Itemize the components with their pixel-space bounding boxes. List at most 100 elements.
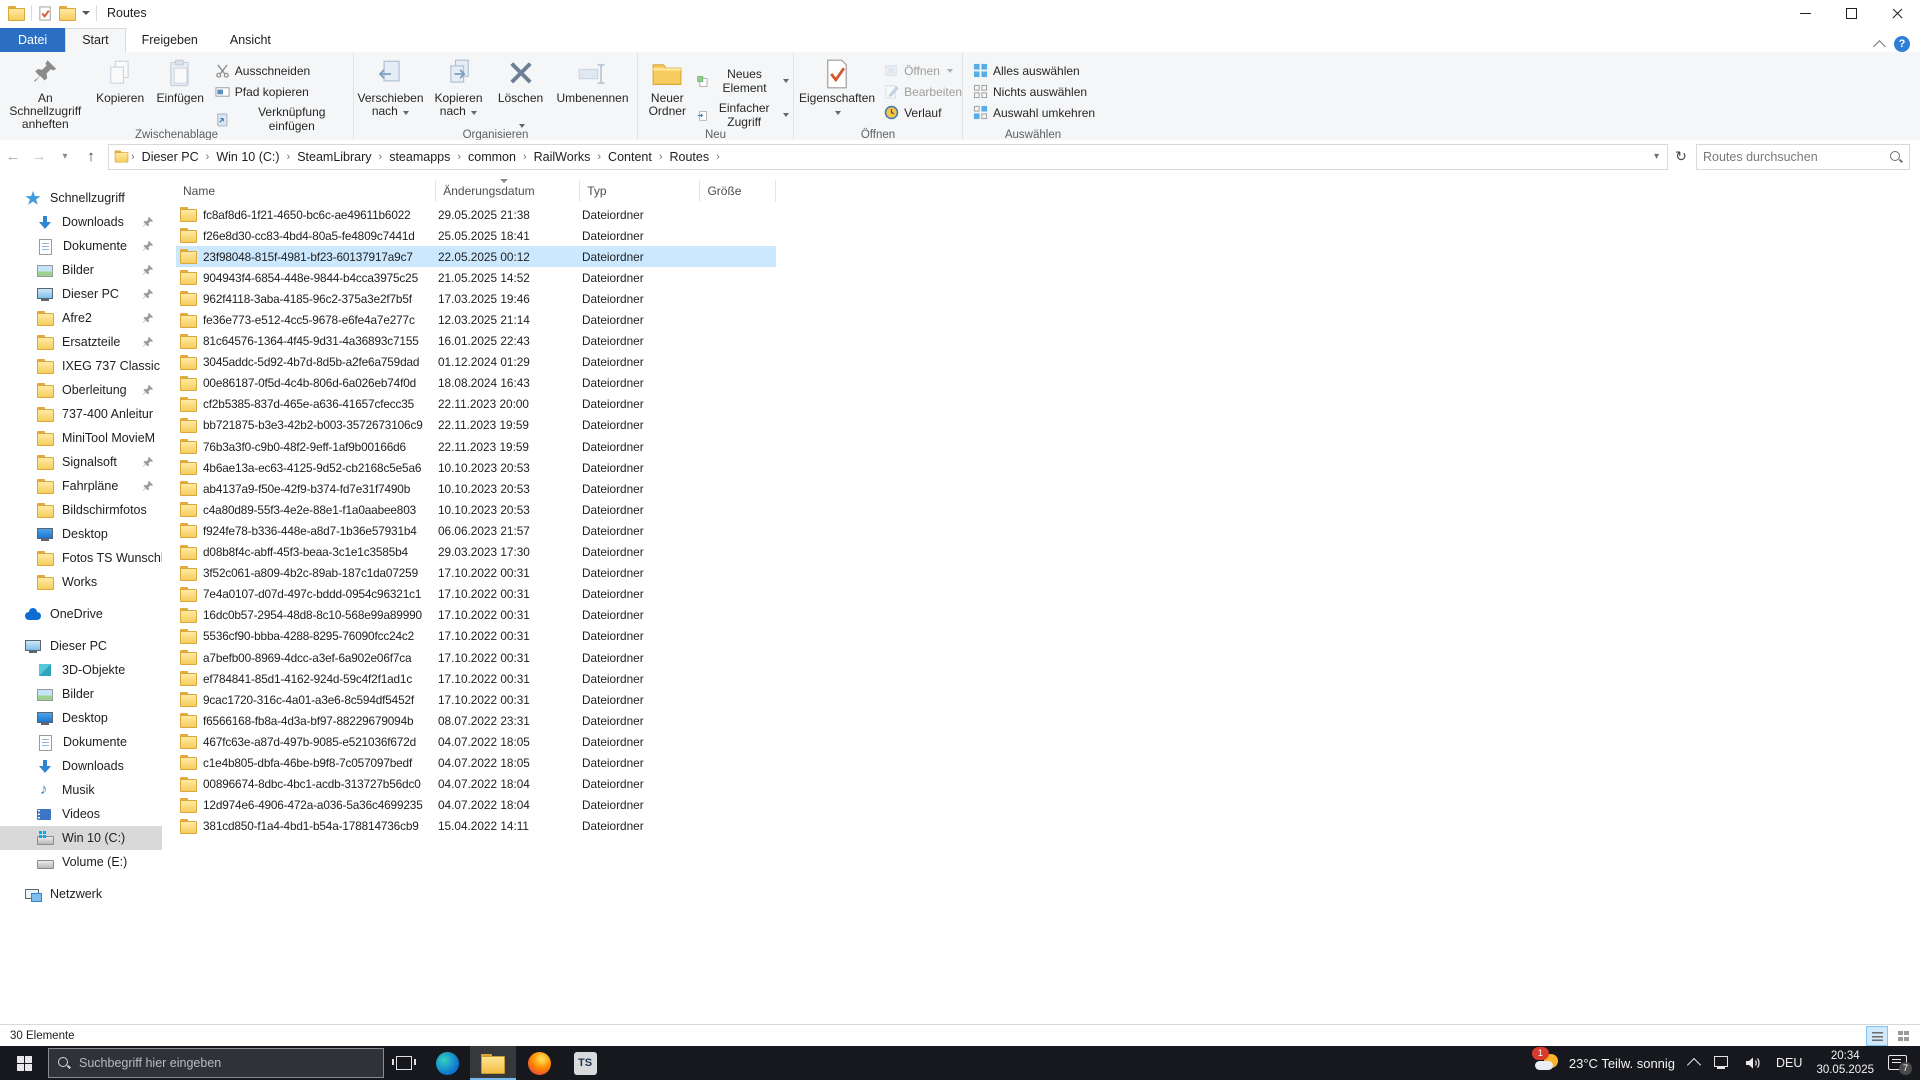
keyboard-language[interactable]: DEU [1776,1056,1802,1070]
new-folder-button[interactable]: Neuer Ordner [642,55,693,122]
copy-button[interactable]: Kopieren [91,55,150,109]
sidebar-item[interactable]: Ersatzteile [0,330,162,354]
breadcrumb[interactable]: › Dieser PC › Win 10 (C:) › SteamLibrary › ste… [108,143,1668,170]
file-row[interactable]: 76b3a3f0-c9b0-48f2-9eff-1af9b00166d6 22.… [176,436,776,457]
sidebar-item[interactable]: MiniTool MovieM [0,426,162,450]
back-button[interactable]: ← [0,148,26,165]
sidebar-item[interactable]: Dieser PC [0,282,162,306]
details-view-button[interactable] [1866,1026,1888,1046]
tab-freigeben[interactable]: Freigeben [126,29,214,52]
history-button[interactable]: Verlauf [880,103,966,122]
sidebar-item[interactable]: Afre2 [0,306,162,330]
tray-expand-icon[interactable] [1686,1057,1702,1072]
breadcrumb-item[interactable]: Content [602,150,658,164]
sidebar-item[interactable]: Dokumente [0,234,162,258]
file-row[interactable]: fc8af8d6-1f21-4650-bc6c-ae49611b6022 29.… [176,204,776,225]
minimize-button[interactable] [1782,0,1828,26]
file-row[interactable]: 12d974e6-4906-472a-a036-5a36c4699235 04.… [176,795,776,816]
search-input[interactable]: Routes durchsuchen [1696,143,1910,170]
file-row[interactable]: 7e4a0107-d07d-497c-bddd-0954c96321c1 17.… [176,584,776,605]
file-row[interactable]: c1e4b805-dbfa-46be-b9f8-7c057097bedf 04.… [176,752,776,773]
sidebar-item[interactable]: Musik [0,778,162,802]
sidebar-item[interactable]: Fotos TS Wunschlist [0,546,162,570]
invert-selection-button[interactable]: Auswahl umkehren [969,103,1099,122]
file-row[interactable]: 381cd850-f1a4-4bd1-b54a-178814736cb9 15.… [176,816,776,837]
file-row[interactable]: fe36e773-e512-4cc5-9678-e6fe4a7e277c 12.… [176,309,776,330]
delete-button[interactable]: Löschen [492,55,550,135]
file-row[interactable]: ab4137a9-f50e-42f9-b374-fd7e31f7490b 10.… [176,478,776,499]
column-header-name[interactable]: Name [176,180,437,202]
up-button[interactable]: ↑ [78,148,104,165]
pin-to-quick-access-button[interactable]: An Schnellzugriff anheften [0,55,91,135]
sidebar-item[interactable]: Signalsoft [0,450,162,474]
rename-button[interactable]: Umbenennen [550,55,636,109]
breadcrumb-item[interactable]: Win 10 (C:) [210,150,285,164]
recent-locations-icon[interactable]: ▾ [52,151,78,162]
file-row[interactable]: ef784841-85d1-4162-924d-59c4f2f1ad1c 17.… [176,668,776,689]
thumbnails-view-button[interactable] [1892,1026,1914,1046]
move-to-button[interactable]: Verschieben nach [356,55,426,122]
tab-ansicht[interactable]: Ansicht [214,29,287,52]
properties-button[interactable]: Eigenschaften [794,55,880,122]
sidebar-item-onedrive[interactable]: OneDrive [0,602,162,626]
sidebar-item[interactable]: Oberleitung [0,378,162,402]
file-row[interactable]: 81c64576-1364-4f45-9d31-4a36893c7155 16.… [176,331,776,352]
maximize-button[interactable] [1828,0,1874,26]
help-icon[interactable]: ? [1894,36,1910,52]
tab-start[interactable]: Start [65,28,126,52]
file-row[interactable]: 00e86187-0f5d-4c4b-806d-6a026eb74f0d 18.… [176,373,776,394]
network-tray-icon[interactable] [1713,1056,1730,1070]
sidebar-item[interactable]: Works [0,570,162,594]
close-button[interactable] [1874,0,1920,26]
sidebar-item[interactable]: Videos [0,802,162,826]
file-row[interactable]: f6566168-fb8a-4d3a-bf97-88229679094b 08.… [176,710,776,731]
new-item-button[interactable]: Neues Element [693,65,793,97]
breadcrumb-item[interactable]: RailWorks [528,150,597,164]
sidebar-item[interactable]: Desktop [0,706,162,730]
file-row[interactable]: f924fe78-b336-448e-a8d7-1b36e57931b4 06.… [176,520,776,541]
file-row[interactable]: 4b6ae13a-ec63-4125-9d52-cb2168c5e5a6 10.… [176,457,776,478]
sidebar-item[interactable]: Desktop [0,522,162,546]
copy-to-button[interactable]: Kopieren nach [426,55,492,122]
file-row[interactable]: d08b8f4c-abff-45f3-beaa-3c1e1c3585b4 29.… [176,542,776,563]
properties-quick-icon[interactable] [38,5,53,21]
taskbar-app-train-simulator[interactable]: TS [562,1046,608,1080]
sidebar-item[interactable]: Dokumente [0,730,162,754]
file-row[interactable]: cf2b5385-837d-465e-a636-41657cfecc35 22.… [176,394,776,415]
edit-button[interactable]: Bearbeiten [880,82,966,101]
sidebar-item[interactable]: IXEG 737 Classic [0,354,162,378]
file-row[interactable]: 00896674-8dbc-4bc1-acdb-313727b56dc0 04.… [176,774,776,795]
easy-access-button[interactable]: Einfacher Zugriff [693,99,793,131]
sidebar-item[interactable]: 737-400 Anleitur [0,402,162,426]
qat-dropdown-icon[interactable] [82,11,90,15]
search-icon[interactable] [1889,150,1903,164]
taskbar-search-input[interactable]: Suchbegriff hier eingeben [48,1048,384,1078]
task-view-button[interactable] [384,1046,424,1080]
file-row[interactable]: 962f4118-3aba-4185-96c2-375a3e2f7b5f 17.… [176,288,776,309]
file-row[interactable]: 904943f4-6854-448e-9844-b4cca3975c25 21.… [176,267,776,288]
taskbar-app-explorer[interactable] [470,1046,516,1080]
sidebar-item[interactable]: 3D-Objekte [0,658,162,682]
volume-icon[interactable] [1744,1055,1762,1071]
sidebar-item[interactable]: Downloads [0,210,162,234]
forward-button[interactable]: → [26,148,52,165]
sidebar-item[interactable]: Volume (E:) [0,850,162,874]
refresh-icon[interactable]: ↻ [1668,148,1694,165]
sidebar-item-quick-access[interactable]: Schnellzugriff [0,186,162,210]
sidebar-item[interactable]: Bildschirmfotos [0,498,162,522]
sidebar-item[interactable]: Bilder [0,682,162,706]
file-row[interactable]: 467fc63e-a87d-497b-9085-e521036f672d 04.… [176,731,776,752]
file-row[interactable]: 3045addc-5d92-4b7d-8d5b-a2fe6a759dad 01.… [176,352,776,373]
action-center-icon[interactable]: 7 [1888,1054,1912,1075]
file-row[interactable]: 16dc0b57-2954-48d8-8c10-568e99a89990 17.… [176,605,776,626]
column-header-size[interactable]: Größe [700,180,776,202]
file-row[interactable]: 5536cf90-bbba-4288-8295-76090fcc24c2 17.… [176,626,776,647]
breadcrumb-item[interactable]: common [462,150,522,164]
file-row[interactable]: f26e8d30-cc83-4bd4-80a5-fe4809c7441d 25.… [176,225,776,246]
weather-widget[interactable]: 1 23°C Teilw. sonnig [1531,1047,1675,1074]
tab-datei[interactable]: Datei [0,28,66,52]
taskbar-app-firefox[interactable] [516,1046,562,1080]
file-row[interactable]: 9cac1720-316c-4a01-a3e6-8c594df5452f 17.… [176,689,776,710]
file-row[interactable]: 23f98048-815f-4981-bf23-60137917a9c7 22.… [176,246,776,268]
column-header-date[interactable]: Änderungsdatum [436,179,581,202]
